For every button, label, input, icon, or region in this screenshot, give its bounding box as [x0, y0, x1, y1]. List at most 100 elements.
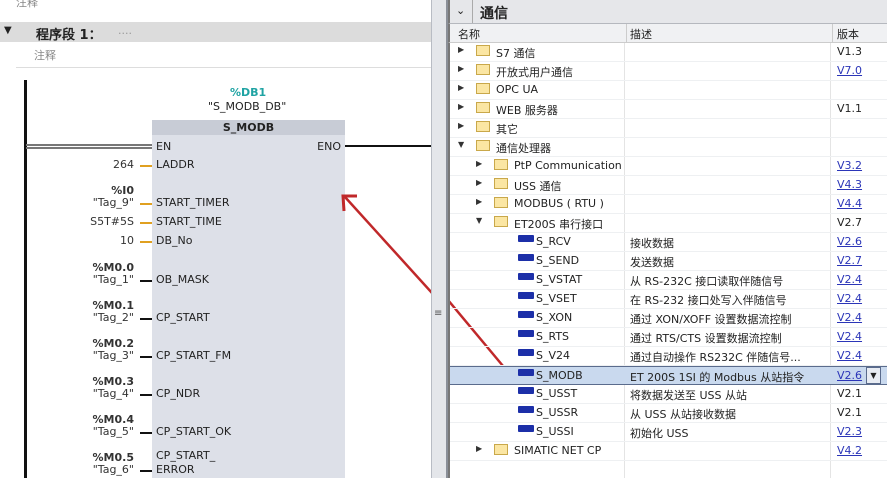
row-desc: 通过自动操作 RS232C 伴随信号... — [630, 351, 801, 364]
tree-row[interactable]: S_USSR 从 USS 从站接收数据 V2.1 — [450, 404, 887, 423]
row-name: 开放式用户通信 — [496, 66, 573, 79]
row-version[interactable]: V2.4 — [837, 273, 862, 286]
row-version[interactable]: V2.4 — [837, 349, 862, 362]
row-name: S_XON — [536, 311, 573, 324]
tree-row[interactable]: ▶ SIMATIC NET CP V4.2 — [450, 442, 887, 461]
folder-icon — [476, 45, 490, 56]
row-desc: 初始化 USS — [630, 427, 689, 440]
chevron-down-icon[interactable]: ⌄ — [456, 4, 465, 17]
row-version[interactable]: V2.7 — [837, 254, 862, 267]
tree-row[interactable]: S_VSET 在 RS-232 接口处写入伴随信号 V2.4 — [450, 290, 887, 309]
instructions-panel: ⌄ 通信 名称 描述 版本 ▶ S7 通信 V1.3 ▶ 开放式用户通信 V7.0 ▶ OPC… — [448, 0, 887, 478]
row-version[interactable]: V4.3 — [837, 178, 862, 191]
row-version[interactable]: V4.2 — [837, 444, 862, 457]
row-desc: 通过 RTS/CTS 设置数据流控制 — [630, 332, 782, 345]
tree-row[interactable]: ▼ ET200S 串行接口 V2.7 — [450, 214, 887, 233]
row-version: V1.1 — [837, 102, 863, 115]
row-version[interactable]: V2.6 — [837, 369, 862, 382]
splitter-grip-icon[interactable]: ≡ — [434, 308, 442, 319]
expand-right-icon[interactable]: ▶ — [476, 197, 482, 206]
tree-row[interactable]: S_SEND 发送数据 V2.7 — [450, 252, 887, 271]
tree-row[interactable]: S_V24 通过自动操作 RS232C 伴随信号... V2.4 — [450, 347, 887, 366]
col-version[interactable]: 版本 — [837, 26, 859, 42]
row-name: ET200S 串行接口 — [514, 218, 604, 231]
ladder-editor[interactable]: 注释 ▼ 程序段 1： .... 注释 %DB1 "S_MODB_DB" S_M… — [0, 0, 431, 478]
row-desc: 发送数据 — [630, 256, 674, 269]
tree-row[interactable]: ▶ MODBUS ( RTU ) V4.4 — [450, 195, 887, 214]
version-dropdown-icon[interactable]: ▼ — [866, 367, 881, 384]
row-desc: 从 RS-232C 接口读取伴随信号 — [630, 275, 784, 288]
row-version[interactable]: V7.0 — [837, 64, 862, 77]
expand-right-icon[interactable]: ▶ — [476, 444, 482, 453]
tree-row[interactable]: S_VSTAT 从 RS-232C 接口读取伴随信号 V2.4 — [450, 271, 887, 290]
row-version[interactable]: V3.2 — [837, 159, 862, 172]
expand-right-icon[interactable]: ▶ — [458, 64, 464, 73]
expand-right-icon[interactable]: ▶ — [476, 159, 482, 168]
tree-row[interactable]: S_RCV 接收数据 V2.6 — [450, 233, 887, 252]
block-icon — [518, 406, 534, 413]
row-version[interactable]: V2.4 — [837, 311, 862, 324]
row-name: S_MODB — [536, 369, 583, 382]
folder-icon — [494, 216, 508, 227]
row-name: SIMATIC NET CP — [514, 444, 602, 457]
tree-row[interactable]: ▶ 其它 — [450, 119, 887, 138]
block-icon — [518, 369, 534, 376]
row-name: S_SEND — [536, 254, 580, 267]
row-name: S_RCV — [536, 235, 571, 248]
row-name: S_USST — [536, 387, 578, 400]
block-icon — [518, 254, 534, 261]
tree-row[interactable]: ▶ WEB 服务器 V1.1 — [450, 100, 887, 119]
row-name: S_USSR — [536, 406, 579, 419]
tree-row[interactable]: S_RTS 通过 RTS/CTS 设置数据流控制 V2.4 — [450, 328, 887, 347]
block-icon — [518, 235, 534, 242]
tree-row[interactable]: ▶ USS 通信 V4.3 — [450, 176, 887, 195]
row-version[interactable]: V2.3 — [837, 425, 862, 438]
tree-row[interactable]: S_XON 通过 XON/XOFF 设置数据流控制 V2.4 — [450, 309, 887, 328]
row-desc: 接收数据 — [630, 237, 674, 250]
row-name: S_VSET — [536, 292, 577, 305]
row-version: V2.1 — [837, 387, 863, 400]
folder-icon — [494, 444, 508, 455]
row-name: WEB 服务器 — [496, 104, 558, 117]
expand-right-icon[interactable]: ▶ — [458, 83, 464, 92]
tree-row[interactable]: S_USSI 初始化 USS V2.3 — [450, 423, 887, 442]
tree-row[interactable]: ▶ 开放式用户通信 V7.0 — [450, 62, 887, 81]
section-title: 通信 — [480, 6, 508, 22]
row-version[interactable]: V2.4 — [837, 292, 862, 305]
folder-icon — [476, 102, 490, 113]
expand-down-icon[interactable]: ▼ — [458, 140, 464, 149]
tree-row[interactable]: S_USST 将数据发送至 USS 从站 V2.1 — [450, 385, 887, 404]
col-desc[interactable]: 描述 — [630, 26, 652, 42]
expand-right-icon[interactable]: ▶ — [458, 102, 464, 111]
block-icon — [518, 387, 534, 394]
row-name: OPC UA — [496, 83, 539, 96]
expand-down-icon[interactable]: ▼ — [476, 216, 482, 225]
row-version[interactable]: V2.6 — [837, 235, 862, 248]
row-desc: 在 RS-232 接口处写入伴随信号 — [630, 294, 787, 307]
row-name: MODBUS ( RTU ) — [514, 197, 604, 210]
section-header[interactable]: ⌄ 通信 — [448, 0, 887, 24]
folder-icon — [494, 178, 508, 189]
row-name: S7 通信 — [496, 47, 536, 60]
expand-right-icon[interactable]: ▶ — [458, 45, 464, 54]
col-name[interactable]: 名称 — [458, 26, 480, 42]
folder-icon — [476, 121, 490, 132]
expand-right-icon[interactable]: ▶ — [476, 178, 482, 187]
tree-row[interactable]: ▼ 通信处理器 — [450, 138, 887, 157]
column-header: 名称 描述 版本 — [448, 24, 887, 43]
row-name: S_USSI — [536, 425, 574, 438]
folder-icon — [476, 140, 490, 151]
splitter[interactable]: ≡ — [431, 0, 448, 478]
expand-right-icon[interactable]: ▶ — [458, 121, 464, 130]
tree-row[interactable]: ▶ OPC UA — [450, 81, 887, 100]
tree-row[interactable]: ▶ PtP Communication V3.2 — [450, 157, 887, 176]
tree-row[interactable]: S_MODB ET 200S 1SI 的 Modbus 从站指令 V2.6 ▼ — [450, 366, 887, 385]
row-name: 其它 — [496, 123, 518, 136]
folder-icon — [494, 159, 508, 170]
row-desc: ET 200S 1SI 的 Modbus 从站指令 — [630, 371, 805, 384]
row-version[interactable]: V4.4 — [837, 197, 862, 210]
row-desc: 从 USS 从站接收数据 — [630, 408, 737, 421]
row-name: PtP Communication — [514, 159, 622, 172]
row-version[interactable]: V2.4 — [837, 330, 862, 343]
tree-row[interactable]: ▶ S7 通信 V1.3 — [450, 43, 887, 62]
